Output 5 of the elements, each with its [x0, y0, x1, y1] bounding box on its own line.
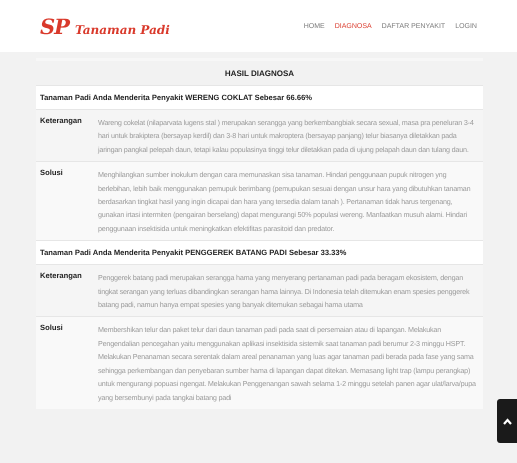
section-heading: HASIL DIAGNOSA [224, 68, 296, 80]
chevron-up-icon [502, 418, 512, 424]
back-to-top-button[interactable] [497, 399, 517, 443]
logo-initials: SP [40, 14, 69, 38]
logo-name: Tanaman Padi [74, 22, 170, 36]
